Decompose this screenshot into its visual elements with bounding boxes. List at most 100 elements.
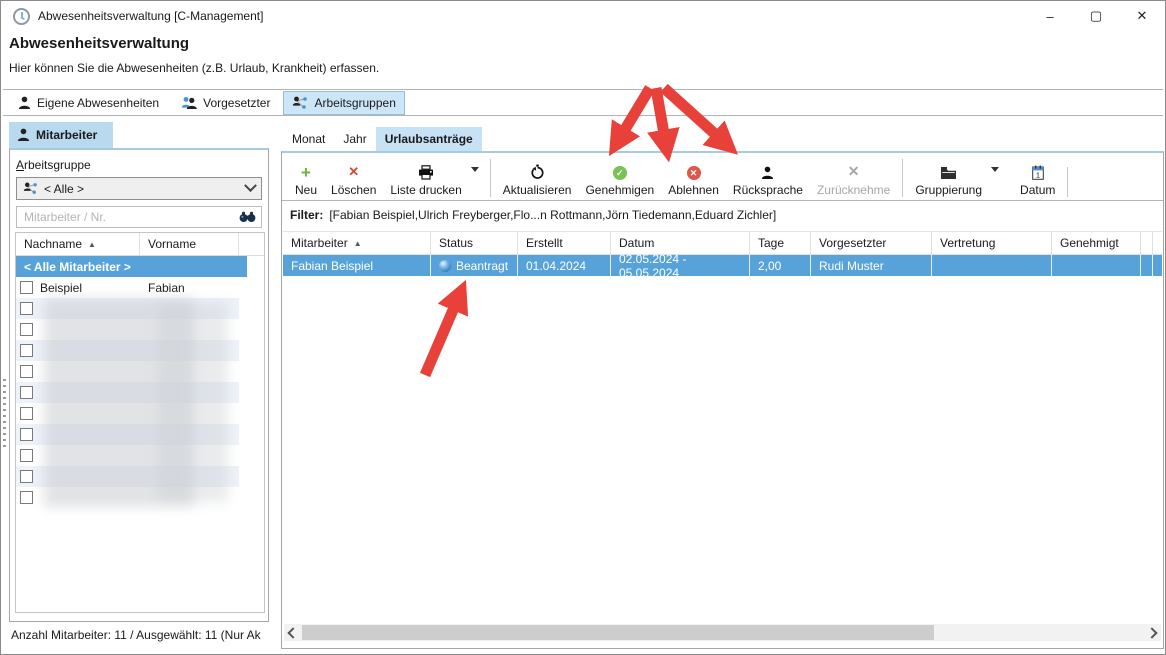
list-item-blurred[interactable] [16,319,239,340]
dropdown-caret-icon[interactable] [471,167,479,172]
checkbox[interactable] [20,281,33,294]
arbeitsgruppe-dropdown[interactable]: < Alle > [16,177,262,200]
folder-icon [940,163,957,180]
dropdown-caret-icon[interactable] [991,167,999,172]
list-item-blurred[interactable] [16,445,239,466]
tab-label: Vorgesetzter [203,96,270,110]
page-subtitle: Hier können Sie die Abwesenheiten (z.B. … [9,61,1157,75]
cell-erstellt: 01.04.2024 [518,255,611,276]
close-button[interactable]: ✕ [1119,1,1165,31]
horizontal-scrollbar[interactable] [284,624,1161,641]
ablehnen-button[interactable]: ✕ Ablehnen [661,163,726,197]
title-bar: Abwesenheitsverwaltung [C-Management] – … [1,1,1165,31]
splitter-grip[interactable] [3,379,6,451]
cell-genehmigt [1052,255,1141,276]
column-header-tage[interactable]: Tage [750,232,811,254]
person-icon [17,128,30,142]
tab-jahr[interactable]: Jahr [334,127,375,151]
main-tab-strip: Eigene Abwesenheiten Vorgesetzter [3,89,1163,116]
cell-filler [1141,255,1153,276]
tab-mitarbeiter[interactable]: Mitarbeiter [9,122,113,148]
loeschen-button[interactable]: ✕ Löschen [324,163,383,197]
search-input[interactable] [22,209,239,225]
window-controls: – ▢ ✕ [1027,1,1165,31]
list-item-alle-mitarbeiter[interactable]: < Alle Mitarbeiter > [16,256,247,277]
list-item-blurred[interactable] [16,340,239,361]
checkbox[interactable] [20,365,33,378]
checkbox[interactable] [20,470,33,483]
toolbar-separator [1067,167,1068,197]
aktualisieren-button[interactable]: Aktualisieren [496,163,579,197]
urlaubsantraege-panel: + Neu ✕ Löschen Liste drucken [281,151,1164,649]
column-header-vertretung[interactable]: Vertretung [932,232,1052,254]
column-header-vorgesetzter[interactable]: Vorgesetzter [811,232,932,254]
requests-table: Mitarbeiter ▲ Status Erstellt Datum Tage… [283,231,1162,276]
column-header-filler [1141,232,1153,254]
zuruecknehmen-button[interactable]: ✕ Zurücknehme [810,163,897,197]
workgroup-network-icon [292,96,308,110]
checkbox[interactable] [20,323,33,336]
tab-vorgesetzter[interactable]: Vorgesetzter [172,91,279,115]
list-item-blurred[interactable] [16,361,239,382]
checkbox[interactable] [20,344,33,357]
scroll-left-icon[interactable] [284,624,300,641]
tab-eigene-abwesenheiten[interactable]: Eigene Abwesenheiten [9,91,168,115]
scrollbar-thumb[interactable] [302,625,934,640]
cell-filler [1153,255,1162,276]
cell-tage: 2,00 [750,255,811,276]
column-header-status[interactable]: Status [431,232,518,254]
column-header-mitarbeiter[interactable]: Mitarbeiter ▲ [283,232,431,254]
checkbox[interactable] [20,491,33,504]
approve-check-circle-icon: ✓ [613,163,627,180]
genehmigen-button[interactable]: ✓ Genehmigen [578,163,661,197]
undo-x-gray-icon: ✕ [848,163,860,180]
list-item-blurred[interactable] [16,424,239,445]
refresh-icon [530,163,545,180]
cell-vorgesetzter: Rudi Muster [811,255,932,276]
delete-x-icon: ✕ [348,163,359,180]
binoculars-icon[interactable] [239,211,256,223]
tab-urlaubsantraege[interactable]: Urlaubsanträge [376,127,482,151]
list-item-beispiel[interactable]: Beispiel Fabian [16,277,239,298]
mitarbeiter-panel: Arbeitsgruppe < Alle > [9,148,269,622]
column-header-genehmigt[interactable]: Genehmigt [1052,232,1141,254]
checkbox[interactable] [20,407,33,420]
scroll-right-icon[interactable] [1145,624,1161,641]
list-item-blurred[interactable] [16,466,239,487]
tab-arbeitsgruppen[interactable]: Arbeitsgruppen [283,91,404,115]
gruppierung-button[interactable]: Gruppierung [908,163,989,197]
liste-drucken-button[interactable]: Liste drucken [383,163,468,197]
svg-text:1: 1 [1036,170,1040,179]
column-header-vorname[interactable]: Vorname [140,233,239,255]
checkbox[interactable] [20,428,33,441]
cell-datum: 02.05.2024 - 05.05.2024 [611,255,750,276]
toolbar-separator [490,159,491,197]
column-header-erstellt[interactable]: Erstellt [518,232,611,254]
list-item-blurred[interactable] [16,298,239,319]
minimize-button[interactable]: – [1027,1,1073,31]
checkbox[interactable] [20,302,33,315]
neu-button[interactable]: + Neu [288,163,324,197]
page-header: Abwesenheitsverwaltung Hier können Sie d… [9,35,1157,75]
filter-value: [Fabian Beispiel,Ulrich Freyberger,Flo..… [329,208,776,222]
maximize-button[interactable]: ▢ [1073,1,1119,31]
tab-monat[interactable]: Monat [283,127,334,151]
mitarbeiter-count-status: Anzahl Mitarbeiter: 11 / Ausgewählt: 11 … [11,628,269,642]
status-beantragt-icon [439,260,451,272]
checkbox[interactable] [20,449,33,462]
ruecksprache-button[interactable]: Rücksprache [726,163,810,197]
list-item-blurred[interactable] [16,382,239,403]
arbeitsgruppe-value: < Alle > [44,182,240,196]
checkbox[interactable] [20,386,33,399]
table-row-selected[interactable]: Fabian Beispiel Beantragt 01.04.2024 02.… [283,255,1162,276]
column-header-nachname[interactable]: Nachname ▲ [16,233,140,255]
cell-mitarbeiter: Fabian Beispiel [283,255,431,276]
app-clock-icon [13,8,30,25]
tab-label: Arbeitsgruppen [314,96,395,110]
printer-icon [418,163,434,180]
list-item-blurred[interactable] [16,403,239,424]
column-header-filler [1153,232,1162,254]
list-item-blurred[interactable] [16,487,239,508]
datum-button[interactable]: 1 Datum [1013,163,1062,197]
list-header: Nachname ▲ Vorname [16,233,264,256]
